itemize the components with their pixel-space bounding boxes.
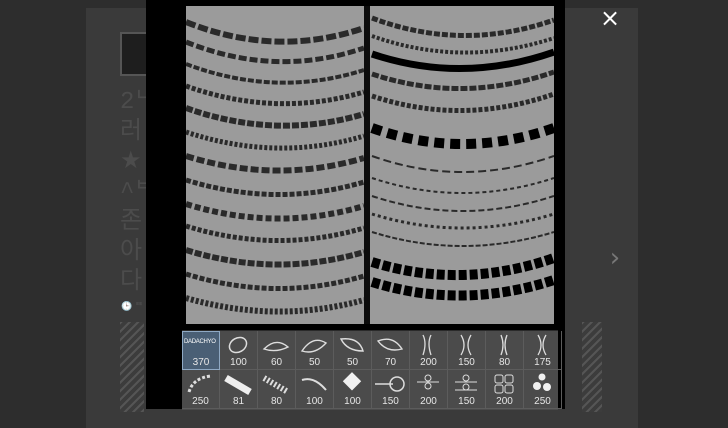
brush-cell[interactable]: 200 [486, 370, 524, 409]
brush-size: 50 [308, 357, 321, 368]
brush-size: 50 [346, 357, 359, 368]
brush-size: 80 [270, 396, 283, 407]
brush-cell[interactable]: 150 [448, 331, 486, 370]
background-image-right [582, 322, 602, 412]
brush-size: 200 [420, 396, 437, 407]
brush-preview-image [186, 6, 554, 324]
brush-size: 100 [344, 396, 361, 407]
brush-cell[interactable]: 81 [220, 370, 258, 409]
brush-cell[interactable]: 200 [410, 331, 448, 370]
brush-cell[interactable]: 100 [220, 331, 258, 370]
brush-cell[interactable]: 200 [410, 370, 448, 409]
brush-cell[interactable]: 175 [524, 331, 562, 370]
brush-size: 250 [192, 396, 209, 407]
brush-size: 81 [232, 396, 245, 407]
brush-size: 70 [384, 357, 397, 368]
brush-cell[interactable]: 100 [296, 370, 334, 409]
brush-cell[interactable]: 50 [296, 331, 334, 370]
brush-cell[interactable]: 60 [258, 331, 296, 370]
brush-size: 250 [534, 396, 551, 407]
brush-cell[interactable]: 80 [486, 331, 524, 370]
image-viewer: DADACHYO 370 100 60 50 50 70 200 150 80 … [146, 0, 565, 410]
brush-size: 60 [270, 357, 283, 368]
brush-name: DADACHYO [184, 339, 216, 345]
brush-panel: DADACHYO 370 100 60 50 50 70 200 150 80 … [182, 330, 562, 410]
brush-cell[interactable]: 50 [334, 331, 372, 370]
close-icon[interactable]: × [598, 6, 622, 30]
brush-size: 175 [534, 357, 551, 368]
brush-cell[interactable]: 100 [334, 370, 372, 409]
brush-cell[interactable]: 70 [372, 331, 410, 370]
background-post-meta: 🕒 ᄐᄐ [121, 302, 144, 312]
brush-size: 200 [496, 396, 513, 407]
background-image-left [120, 322, 144, 412]
brush-size: 150 [458, 396, 475, 407]
brush-size: 100 [306, 396, 323, 407]
brush-cell[interactable]: 250 [524, 370, 562, 409]
brush-cell[interactable]: 150 [372, 370, 410, 409]
chevron-right-icon[interactable]: › [604, 244, 626, 274]
brush-size: 200 [420, 357, 437, 368]
brush-cell[interactable]: 150 [448, 370, 486, 409]
brush-size: 80 [498, 357, 511, 368]
brush-size: 150 [458, 357, 475, 368]
brush-cell[interactable]: DADACHYO 370 [182, 331, 220, 370]
brush-cell[interactable]: 80 [258, 370, 296, 409]
brush-cell[interactable]: 250 [182, 370, 220, 409]
brush-size: 150 [382, 396, 399, 407]
brush-size: 100 [230, 357, 247, 368]
image-divider [364, 6, 370, 324]
brush-size: 370 [192, 357, 210, 368]
chain-brush-strokes [186, 15, 554, 315]
